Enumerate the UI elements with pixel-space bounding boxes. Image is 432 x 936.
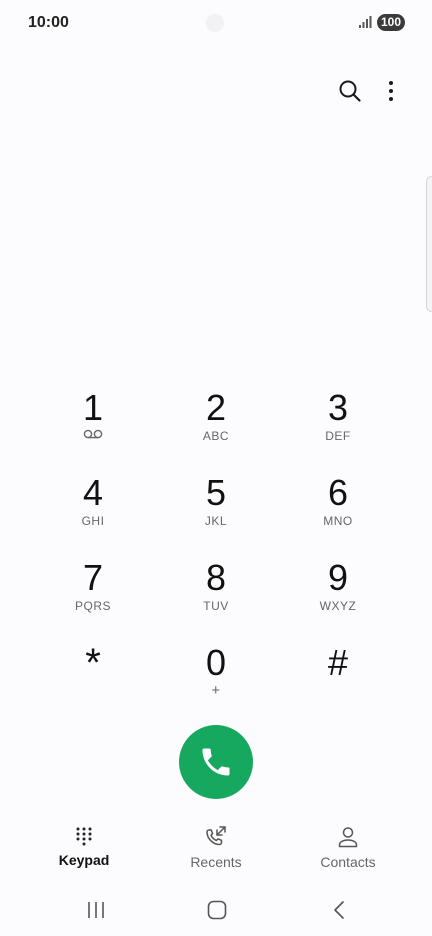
- tab-contacts[interactable]: Contacts: [293, 822, 403, 876]
- key-8[interactable]: 8 TUV: [161, 558, 271, 628]
- search-button[interactable]: [337, 78, 363, 104]
- phone-icon: [202, 748, 230, 776]
- system-nav-bar: [0, 892, 432, 928]
- battery-icon: 100: [377, 14, 405, 31]
- key-2[interactable]: 2 ABC: [161, 388, 271, 458]
- key-7[interactable]: 7 PQRS: [38, 558, 148, 628]
- key-letters: +: [211, 682, 221, 699]
- key-digit: *: [85, 641, 101, 685]
- key-letters: DEF: [325, 429, 351, 443]
- key-letters: PQRS: [74, 599, 111, 613]
- key-letters: GHI: [81, 514, 105, 528]
- key-digit: 7: [82, 557, 104, 598]
- key-digit: 8: [205, 557, 227, 598]
- key-1[interactable]: 1: [38, 388, 148, 458]
- key-letters: WXYZ: [319, 599, 357, 613]
- key-letters: JKL: [204, 514, 228, 528]
- key-letters: MNO: [323, 514, 353, 528]
- key-5[interactable]: 5 JKL: [161, 473, 271, 543]
- key-9[interactable]: 9 WXYZ: [283, 558, 393, 628]
- key-star[interactable]: *: [38, 643, 148, 713]
- tab-label: Keypad: [58, 852, 110, 868]
- key-digit: 2: [205, 387, 227, 428]
- key-hash[interactable]: #: [283, 643, 393, 713]
- back-button[interactable]: [325, 898, 353, 922]
- recent-apps-button[interactable]: [82, 898, 110, 922]
- bottom-nav: Keypad Recents Contacts: [0, 822, 432, 876]
- key-3[interactable]: 3 DEF: [283, 388, 393, 458]
- home-button[interactable]: [203, 898, 231, 922]
- signal-icon: [359, 16, 372, 28]
- key-digit: 5: [205, 472, 227, 513]
- keypad-icon: [76, 827, 92, 846]
- back-icon: [334, 901, 344, 919]
- tab-keypad[interactable]: Keypad: [29, 822, 139, 876]
- key-digit: 4: [82, 472, 104, 513]
- status-bar: 10:00 100: [0, 0, 432, 46]
- key-letters: TUV: [203, 599, 229, 613]
- tab-recents[interactable]: Recents: [161, 822, 271, 876]
- key-digit: #: [327, 642, 349, 683]
- search-icon: [339, 80, 361, 102]
- camera-cutout: [206, 14, 224, 32]
- key-digit: 0: [205, 642, 227, 683]
- status-time: 10:00: [28, 14, 69, 31]
- recents-icon: [206, 826, 226, 846]
- tab-label: Contacts: [320, 854, 376, 870]
- edge-panel-handle[interactable]: [426, 176, 432, 312]
- key-digit: 9: [327, 557, 349, 598]
- key-letters: ABC: [202, 429, 230, 443]
- key-6[interactable]: 6 MNO: [283, 473, 393, 543]
- key-4[interactable]: 4 GHI: [38, 473, 148, 543]
- voicemail-icon: [83, 429, 103, 439]
- key-digit: 3: [327, 387, 349, 428]
- more-options-button[interactable]: [378, 78, 404, 104]
- more-vertical-icon: [389, 81, 393, 101]
- call-button[interactable]: [179, 725, 253, 799]
- tab-label: Recents: [190, 854, 242, 870]
- key-digit: 1: [82, 387, 104, 428]
- home-icon: [207, 900, 227, 920]
- key-digit: 6: [327, 472, 349, 513]
- recent-apps-icon: [88, 902, 104, 918]
- key-0[interactable]: 0 +: [161, 643, 271, 713]
- contacts-icon: [338, 827, 358, 848]
